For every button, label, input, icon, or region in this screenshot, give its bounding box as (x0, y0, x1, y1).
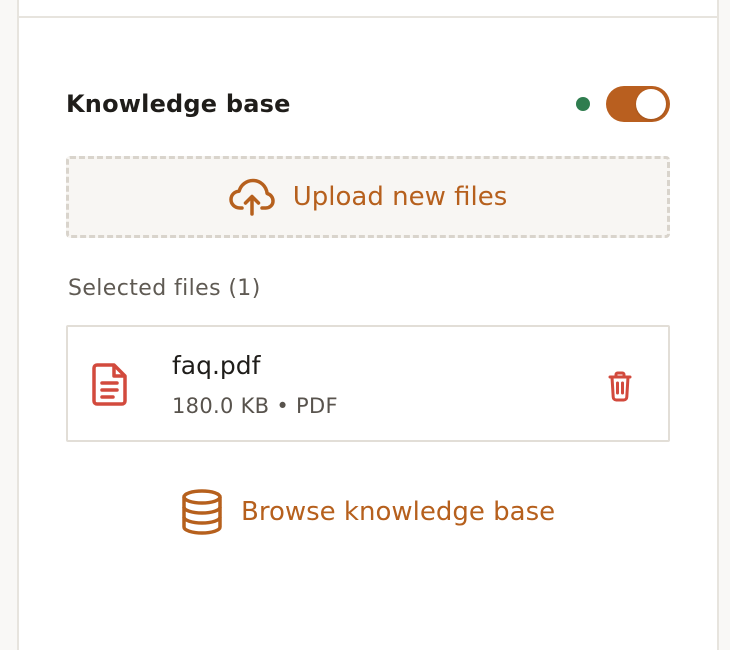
knowledge-base-panel: Knowledge base Upload new files Selected… (17, 0, 719, 650)
file-name: faq.pdf (172, 351, 261, 380)
document-icon (92, 362, 128, 406)
cloud-upload-icon (228, 178, 275, 216)
browse-label: Browse knowledge base (241, 497, 556, 527)
knowledge-base-header: Knowledge base (66, 84, 670, 124)
selected-files-label: Selected files (1) (68, 276, 261, 301)
status-dot (576, 97, 590, 111)
upload-label: Upload new files (292, 182, 508, 212)
file-meta: 180.0 KB • PDF (172, 394, 338, 418)
knowledge-base-controls (576, 86, 670, 122)
knowledge-base-title: Knowledge base (66, 90, 291, 118)
top-divider (19, 16, 717, 18)
browse-knowledge-base-button[interactable]: Browse knowledge base (181, 489, 555, 535)
file-card: faq.pdf 180.0 KB • PDF (66, 325, 670, 442)
upload-files-button[interactable]: Upload new files (66, 156, 670, 238)
trash-icon[interactable] (605, 370, 635, 402)
database-icon (181, 489, 223, 535)
knowledge-base-toggle[interactable] (606, 86, 670, 122)
toggle-knob (636, 89, 666, 119)
